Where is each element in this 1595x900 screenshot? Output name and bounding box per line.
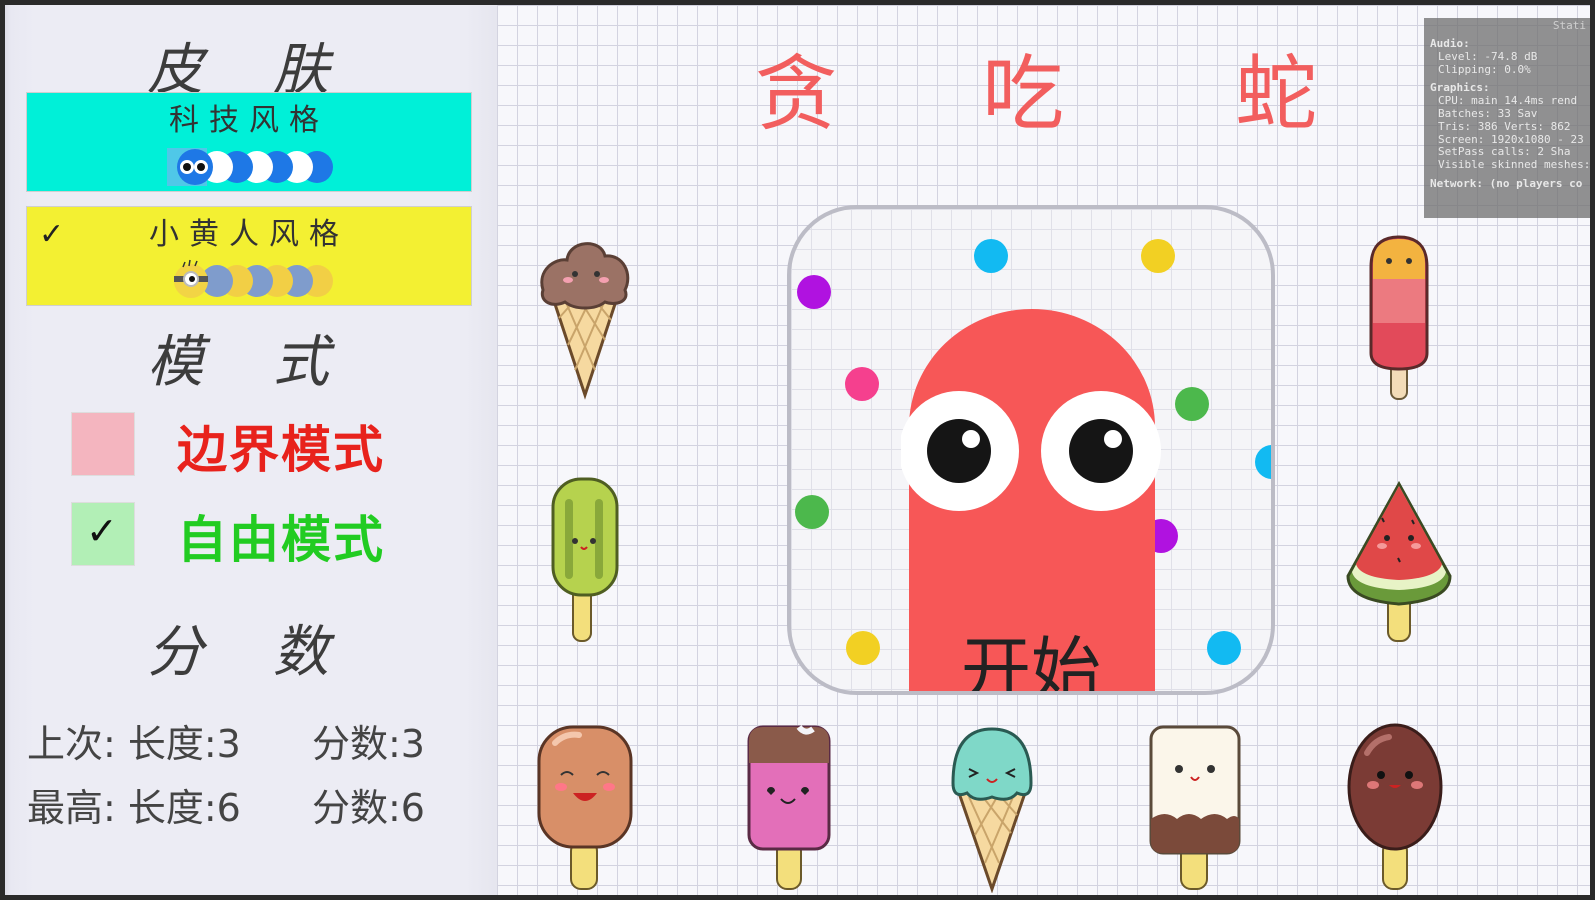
- last-length: 上次: 长度:3: [27, 722, 241, 766]
- last-score-row: 上次: 长度:3 分数:3: [27, 713, 425, 768]
- stats-line: Level: -74.8 dB: [1438, 49, 1538, 63]
- stats-line: Audio:: [1430, 37, 1470, 50]
- free-mode-check-icon: ✓: [86, 509, 118, 553]
- food-dot: [795, 495, 829, 529]
- start-label: 开始: [961, 629, 1101, 695]
- title-char-1: 贪: [755, 47, 838, 142]
- pink-popsicle-icon: [747, 725, 831, 890]
- start-button[interactable]: 开始: [787, 205, 1275, 695]
- stats-line: Clipping: 0.0%: [1438, 62, 1531, 76]
- stats-corner-label: Stati: [1552, 19, 1586, 32]
- best-score: 分数:6: [312, 786, 425, 830]
- food-dot: [845, 367, 879, 401]
- settings-panel: 皮 肤 科技风格 ✓ 小黄人风格 模 式 边界模式 ✓ 自由模式 分 数 上次:…: [5, 5, 497, 895]
- food-dot: [1207, 631, 1241, 665]
- caramel-popsicle-icon: [537, 725, 633, 890]
- score-title: 分 数: [147, 620, 355, 685]
- best-score-row: 最高: 长度:6 分数:6: [27, 777, 425, 832]
- choco-popsicle-icon: [1347, 723, 1443, 890]
- stats-line: Batches: 33 Sav: [1438, 106, 1538, 120]
- best-length: 最高: 长度:6: [27, 786, 241, 830]
- food-dot: [846, 631, 880, 665]
- fruit-popsicle-icon: [1369, 235, 1429, 400]
- last-score: 分数:3: [312, 722, 425, 766]
- food-dot: [1175, 387, 1209, 421]
- stats-line: Tris: 386 Verts: 862: [1438, 119, 1571, 133]
- skin-option-tech[interactable]: 科技风格: [26, 92, 472, 192]
- mint-cone-icon: [951, 727, 1033, 893]
- vanilla-popsicle-icon: [1149, 725, 1241, 890]
- tech-snake-preview-icon: [167, 148, 333, 186]
- minion-snake-preview-icon: [174, 259, 333, 298]
- border-mode-checkbox[interactable]: [71, 412, 135, 476]
- skin-tech-label: 科技风格: [169, 103, 329, 138]
- skin-minion-label: 小黄人风格: [149, 217, 349, 252]
- game-window: 皮 肤 科技风格 ✓ 小黄人风格 模 式 边界模式 ✓ 自由模式 分 数 上次:…: [5, 5, 1590, 895]
- watermelon-popsicle-icon: [1346, 480, 1452, 642]
- food-dot: [797, 275, 831, 309]
- stats-lines: Audio: Level: -74.8 dB Clipping: 0.0% Gr…: [1430, 37, 1590, 191]
- free-mode-label[interactable]: 自由模式: [177, 500, 385, 572]
- free-mode-checkbox[interactable]: ✓: [71, 502, 135, 566]
- mode-title: 模 式: [147, 330, 355, 395]
- chocolate-cone-icon: [540, 242, 630, 400]
- skin-option-minion[interactable]: ✓ 小黄人风格: [26, 206, 472, 306]
- food-dot: [1141, 239, 1175, 273]
- title-char-2: 吃: [982, 47, 1065, 142]
- stats-line: Visible skinned meshes:: [1438, 158, 1590, 172]
- green-popsicle-icon: [551, 477, 619, 642]
- title-char-3: 蛇: [1235, 47, 1318, 142]
- stats-line: Network: (no players co: [1430, 176, 1583, 190]
- food-dot: [974, 239, 1008, 273]
- food-dot: [1255, 445, 1271, 479]
- border-mode-label[interactable]: 边界模式: [177, 410, 385, 482]
- stats-overlay: Stati Audio: Level: -74.8 dB Clipping: 0…: [1424, 18, 1590, 218]
